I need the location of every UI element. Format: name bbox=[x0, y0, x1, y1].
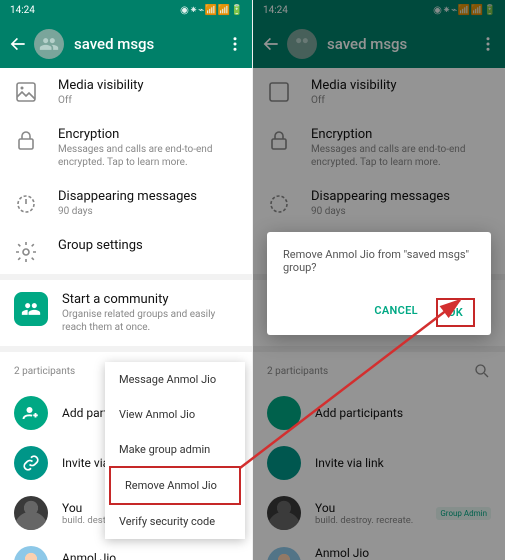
status-bar: 14:24 ◉ ⁕ ⌁ 📶 📶 🔋 bbox=[0, 0, 252, 20]
row-title: Group settings bbox=[58, 238, 238, 253]
row-sub: Off bbox=[58, 94, 238, 107]
ctx-remove[interactable]: Remove Anmol Jio bbox=[109, 466, 241, 505]
link-icon bbox=[14, 446, 48, 480]
row-title: Start a community bbox=[62, 292, 238, 307]
group-avatar[interactable] bbox=[34, 29, 64, 59]
dialog-message: Remove Anmol Jio from "saved msgs" group… bbox=[283, 248, 475, 274]
appbar-title: saved msgs bbox=[74, 35, 226, 53]
row-encryption[interactable]: EncryptionMessages and calls are end-to-… bbox=[0, 117, 252, 179]
row-sub: Organise related groups and easily reach… bbox=[62, 308, 238, 334]
row-media-visibility[interactable]: Media visibilityOff bbox=[0, 68, 252, 117]
status-icons: ◉ ⁕ ⌁ 📶 📶 🔋 bbox=[180, 5, 242, 16]
back-icon[interactable] bbox=[8, 34, 28, 54]
context-menu: Message Anmol Jio View Anmol Jio Make gr… bbox=[105, 362, 245, 539]
app-bar: saved msgs bbox=[0, 20, 252, 68]
confirm-dialog: Remove Anmol Jio from "saved msgs" group… bbox=[267, 232, 491, 335]
row-community[interactable]: Start a communityOrganise related groups… bbox=[0, 280, 252, 346]
ctx-verify[interactable]: Verify security code bbox=[105, 504, 245, 539]
gear-icon bbox=[14, 240, 38, 264]
row-sub: Messages and calls are end-to-end encryp… bbox=[58, 143, 238, 169]
dialog-cancel-button[interactable]: CANCEL bbox=[364, 298, 427, 327]
overflow-menu-icon[interactable] bbox=[226, 35, 244, 53]
ctx-make-admin[interactable]: Make group admin bbox=[105, 432, 245, 467]
row-group-settings[interactable]: Group settings bbox=[0, 228, 252, 274]
row-title: Disappearing messages bbox=[58, 189, 238, 204]
community-icon bbox=[14, 292, 48, 326]
lock-icon bbox=[14, 129, 38, 153]
dialog-ok-button[interactable]: OK bbox=[436, 298, 475, 327]
image-icon bbox=[14, 80, 38, 104]
participants-count: 2 participants bbox=[14, 366, 75, 377]
row-title: Media visibility bbox=[58, 78, 238, 93]
row-title: Encryption bbox=[58, 127, 238, 142]
add-person-icon bbox=[14, 396, 48, 430]
row-disappearing[interactable]: Disappearing messages90 days bbox=[0, 179, 252, 228]
ctx-view[interactable]: View Anmol Jio bbox=[105, 397, 245, 432]
avatar bbox=[14, 496, 48, 530]
timer-icon bbox=[14, 191, 38, 215]
participant-anmol[interactable]: Anmol Jionot active on this bbox=[0, 538, 252, 560]
participant-name: Anmol Jio bbox=[62, 551, 238, 560]
status-time: 14:24 bbox=[10, 5, 35, 16]
row-sub: 90 days bbox=[58, 205, 238, 218]
ctx-message[interactable]: Message Anmol Jio bbox=[105, 362, 245, 397]
avatar bbox=[14, 546, 48, 560]
